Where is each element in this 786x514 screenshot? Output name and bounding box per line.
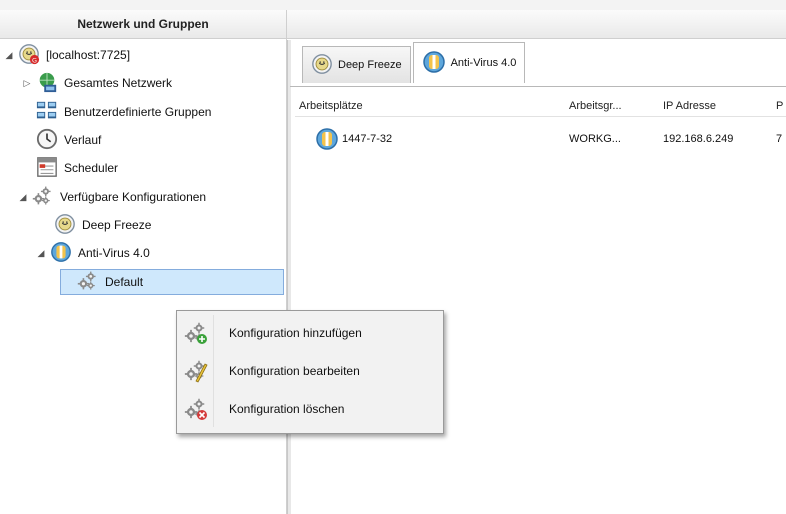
context-menu: Konfiguration hinzufügen Konfiguration b… [176,310,444,434]
menu-item-label: Konfiguration löschen [229,402,345,416]
tree-node-label: Verlauf [64,133,102,147]
tab-deep-freeze[interactable]: Deep Freeze [302,46,411,83]
column-header-arbeitsplaetze[interactable]: Arbeitsplätze [299,100,363,112]
menu-item-label: Konfiguration hinzufügen [229,326,362,340]
tree-node-label: Benutzerdefinierte Gruppen [64,105,212,119]
column-header-p[interactable]: P [776,100,783,112]
collapse-toggle-icon[interactable]: ◢ [36,248,46,259]
tree-node-localhost[interactable]: ◢ G [localhost:7725] [4,41,130,69]
menu-item-konfiguration-bearbeiten[interactable]: Konfiguration bearbeiten [181,353,439,389]
tree-node-label: Anti-Virus 4.0 [78,246,150,260]
tab-label: Deep Freeze [338,59,402,71]
tree-node-benutzerdefinierte-gruppen[interactable]: Benutzerdefinierte Gruppen [36,98,211,126]
ip-address: 192.168.6.249 [663,133,734,145]
antivirus-icon [50,241,72,266]
column-header-arbeitsgruppe[interactable]: Arbeitsgr... [569,100,622,112]
extra-column-value: 7 [776,133,783,145]
workstation-name: 1447-7-32 [342,133,393,145]
expand-toggle-icon[interactable]: ▷ [22,78,32,89]
workgroup: WORKG... [569,133,621,145]
menu-item-label: Konfiguration bearbeiten [229,364,360,378]
tab-baseline [290,86,786,87]
gears-icon [32,185,54,210]
collapse-toggle-icon[interactable]: ◢ [18,192,28,203]
svg-text:G: G [32,56,37,64]
right-panel-header [287,10,786,39]
menu-item-konfiguration-loeschen[interactable]: Konfiguration löschen [181,391,439,427]
tree-node-anti-virus[interactable]: ◢ Anti-Virus 4.0 [36,239,150,267]
tree-node-verlauf[interactable]: Verlauf [36,126,101,154]
tab-label: Anti-Virus 4.0 [450,57,517,69]
tree-node-default[interactable]: Default [60,269,284,295]
gears-add-icon [181,321,211,345]
clock-icon [36,128,58,153]
tab-strip: Deep Freeze Anti-Virus 4.0 [302,42,527,86]
antivirus-icon [315,127,339,154]
tree-node-label: Verfügbare Konfigurationen [60,190,207,204]
table-header: Arbeitsplätze Arbeitsgr... IP Adresse P [295,96,786,117]
deep-freeze-icon [311,53,333,78]
tree-node-label: Gesamtes Netzwerk [64,76,173,90]
tree-node-label: Default [105,275,144,289]
tree-node-deep-freeze[interactable]: Deep Freeze [54,211,151,239]
gears-delete-icon [181,397,211,421]
tree-node-gesamtes-netzwerk[interactable]: ▷ Gesamtes Netzwerk [22,69,172,97]
panel-title: Netzwerk und Gruppen [0,10,286,39]
antivirus-icon [422,50,446,77]
splitter[interactable] [287,40,291,514]
gears-edit-icon [181,359,211,383]
menu-item-konfiguration-hinzufuegen[interactable]: Konfiguration hinzufügen [181,315,439,351]
tab-anti-virus[interactable]: Anti-Virus 4.0 [412,42,526,83]
gears-icon [77,270,99,295]
tree-node-scheduler[interactable]: Scheduler [36,154,118,182]
server-icon: G [18,43,40,68]
collapse-toggle-icon[interactable]: ◢ [4,50,14,61]
tree-node-label: Scheduler [64,161,119,175]
tree-node-label: Deep Freeze [82,218,152,232]
table-row[interactable]: 1447-7-32 WORKG... 192.168.6.249 7 [295,123,786,157]
network-globe-icon [36,71,58,96]
user-groups-icon [36,100,58,125]
column-header-ip-adresse[interactable]: IP Adresse [663,100,716,112]
tree-node-verfuegbare-konfigurationen[interactable]: ◢ Verfügbare Konfigurationen [18,183,206,211]
tree-node-label: [localhost:7725] [46,48,131,62]
scheduler-icon [36,156,58,181]
network-tree-panel: Netzwerk und Gruppen ◢ G [localhost:7725… [0,10,287,514]
deep-freeze-icon [54,213,76,238]
